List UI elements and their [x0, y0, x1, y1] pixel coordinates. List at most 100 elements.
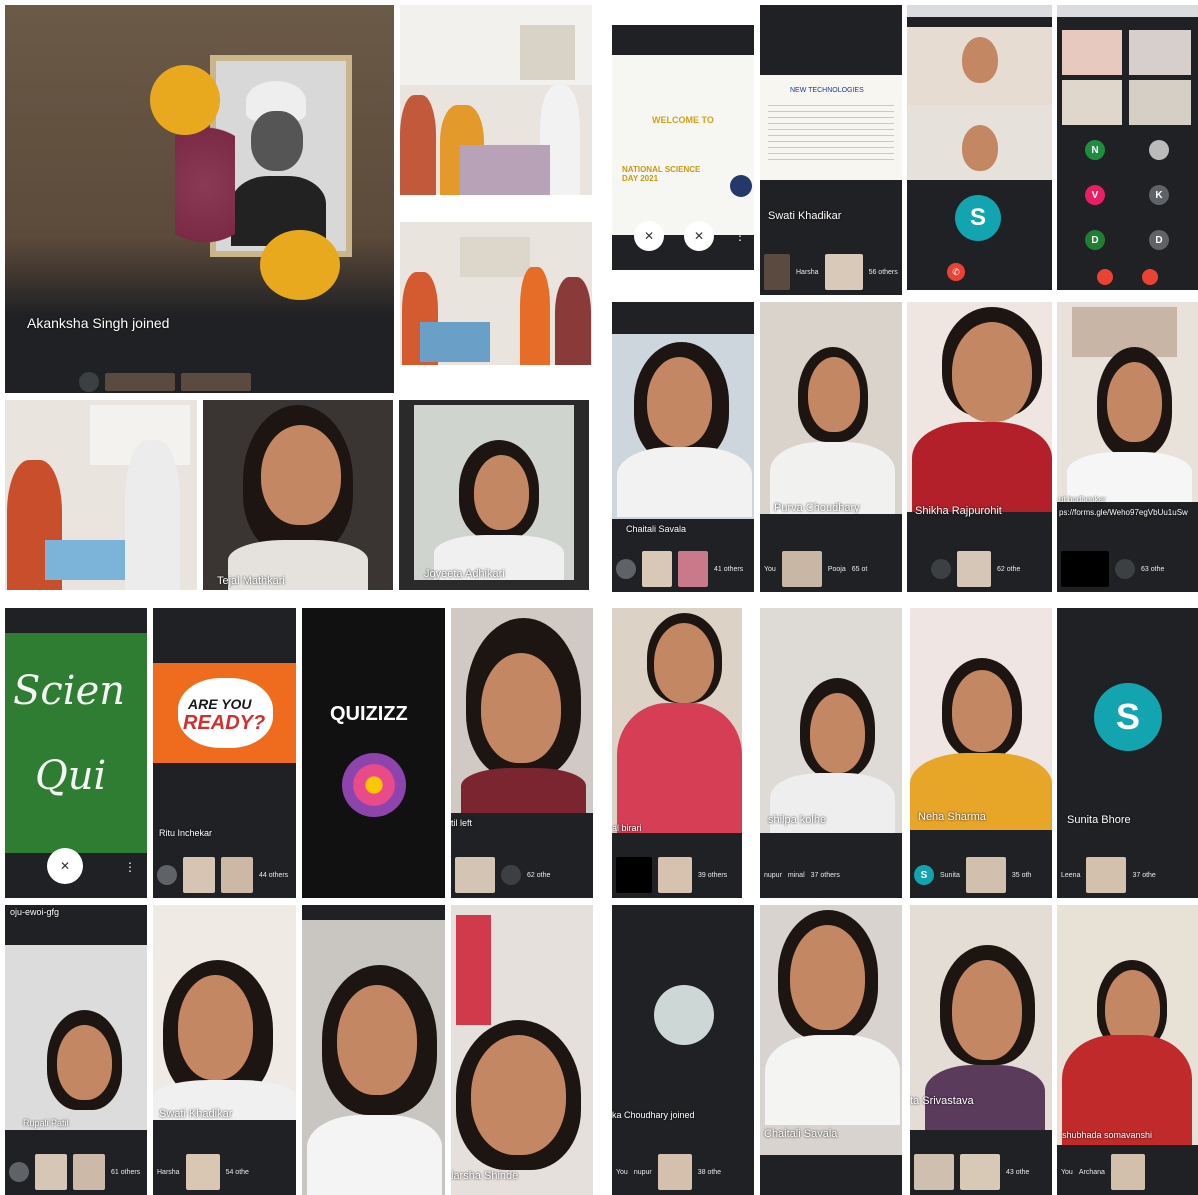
participant-thumbnail[interactable] — [960, 1154, 1000, 1190]
participant-thumbnail[interactable] — [658, 857, 692, 893]
participant-label: You — [764, 565, 776, 573]
video-tile-purva[interactable]: Purva Choudhary You Pooja 65 ot — [760, 302, 902, 592]
participant-count[interactable]: 41 others — [714, 566, 743, 573]
present-screen-icon[interactable] — [501, 865, 521, 885]
participant-thumbnail[interactable] — [678, 551, 708, 587]
avatar[interactable]: S — [955, 195, 1001, 241]
participant-thumbnail[interactable] — [183, 857, 215, 893]
participant-thumbnail[interactable] — [35, 1154, 67, 1190]
video-tile-participant-pink[interactable] — [302, 905, 445, 1195]
participant-label: Leena — [1061, 871, 1081, 879]
video-tile-til-left[interactable]: til left 62 othe — [451, 608, 593, 898]
participant-thumbnail[interactable] — [616, 857, 652, 893]
participant-thumbnail[interactable] — [781, 551, 822, 587]
avatar[interactable]: S — [1094, 683, 1162, 751]
participants-strip: 44 others — [153, 852, 296, 898]
meet-tile-portrait: Akanksha Singh joined — [5, 5, 394, 393]
participant-count[interactable]: 37 othe — [1132, 872, 1155, 879]
avatar[interactable]: V — [1085, 185, 1105, 205]
end-call-button[interactable] — [1097, 269, 1113, 285]
participant-count[interactable]: 39 others — [698, 872, 727, 879]
participant-count[interactable]: 63 othe — [1141, 566, 1164, 573]
participants-strip: You Pooja 65 ot — [760, 546, 902, 592]
mic-off-icon[interactable]: ✕ — [47, 848, 83, 884]
participant-count[interactable]: 54 othe — [226, 1169, 249, 1176]
participant-thumbnail[interactable] — [764, 254, 790, 290]
participant-count[interactable]: 43 othe — [1006, 1169, 1029, 1176]
mic-off-icon[interactable]: ✕ — [684, 221, 714, 251]
avatar[interactable] — [9, 1162, 29, 1182]
participant-thumbnail[interactable] — [455, 857, 495, 893]
participant-thumbnail[interactable] — [914, 1154, 954, 1190]
video-tile-neha[interactable]: Neha Sharma S Sunita 35 oth — [910, 608, 1052, 898]
photo-lamp-lighting-1 — [400, 5, 592, 195]
avatar[interactable]: S — [914, 865, 934, 885]
video-tile-joyeeta[interactable]: Joyeeta Adhikari — [399, 400, 589, 590]
participant-count[interactable]: 61 others — [111, 1169, 140, 1176]
photo-lamp-lighting-3 — [5, 400, 197, 590]
participant-thumbnail[interactable] — [1086, 857, 1127, 893]
meet-tile-choudhary-joined: ka Choudhary joined You nupur 38 othe — [612, 905, 754, 1195]
participant-count[interactable]: 35 oth — [1012, 872, 1031, 879]
avatar[interactable]: D — [1085, 230, 1105, 250]
participant-thumbnail[interactable] — [957, 551, 991, 587]
participant-count[interactable]: 65 ot — [852, 566, 868, 573]
avatar[interactable] — [157, 865, 177, 885]
screen-share-new-tech: NEW TECHNOLOGIES Swati Khadikar Harsha 5… — [760, 5, 902, 295]
participant-thumbnail[interactable] — [642, 551, 672, 587]
end-call-button[interactable] — [1142, 269, 1158, 285]
mic-off-icon[interactable] — [79, 372, 99, 392]
participant-thumbnail[interactable] — [185, 1154, 220, 1190]
camera-off-icon[interactable]: ✕ — [634, 221, 664, 251]
participant-name: Purva Choudhary — [774, 502, 860, 514]
video-tile-sunita[interactable]: S Sunita Bhore Leena 37 othe — [1057, 608, 1198, 898]
participant-label: Pooja — [827, 565, 846, 573]
avatar[interactable]: N — [1085, 140, 1105, 160]
participant-joined-toast: Akanksha Singh joined — [27, 315, 170, 331]
avatar[interactable]: D — [1149, 230, 1169, 250]
avatar[interactable]: K — [1149, 185, 1169, 205]
video-tile-shilpa[interactable]: shilpa kolhe nupur minal 37 others — [760, 608, 902, 898]
video-tile-harsha-shinde[interactable]: larsha Shinde — [451, 905, 593, 1195]
participant-thumbnail[interactable] — [181, 373, 251, 391]
participant-count[interactable]: 44 others — [259, 872, 288, 879]
participant-count[interactable]: 38 othe — [698, 1169, 721, 1176]
more-options-icon[interactable]: ⋮ — [730, 221, 750, 251]
participant-thumbnail[interactable] — [1110, 1154, 1145, 1190]
video-tile-rupali[interactable]: oju-ewoi-gfg Rupali Patil 61 others — [5, 905, 147, 1195]
video-tile-srivastava[interactable]: ta Srivastava 43 othe — [910, 905, 1052, 1195]
avatar[interactable] — [616, 559, 636, 579]
participant-thumbnail[interactable] — [657, 1154, 692, 1190]
participant-count[interactable]: 37 others — [811, 872, 840, 879]
video-tile-shubhada[interactable]: shubhada somavanshi You Archana — [1057, 905, 1198, 1195]
avatar[interactable] — [1149, 140, 1169, 160]
video-tile-chaitali-top[interactable]: Chaitali Savala 41 others — [612, 302, 754, 592]
avatar[interactable] — [654, 985, 714, 1045]
participant-thumbnail[interactable] — [824, 254, 863, 290]
participant-count[interactable]: 62 othe — [527, 872, 550, 879]
video-tile-al-birari[interactable]: al birari 39 others — [612, 608, 742, 898]
participant-thumbnail[interactable] — [965, 857, 1006, 893]
present-screen-icon[interactable] — [1115, 559, 1135, 579]
participant-thumbnail[interactable] — [1061, 551, 1109, 587]
video-tile-shikha[interactable]: Shikha Rajpurohit 62 othe — [907, 302, 1052, 592]
end-call-button[interactable]: ✆ — [947, 263, 965, 281]
participants-strip — [5, 371, 394, 393]
participant-name: shubhada somavanshi — [1062, 1130, 1153, 1140]
participant-name: ta Srivastava — [910, 1095, 974, 1107]
video-tile-bodhenkar[interactable]: ut bodhenkar ps://forms.gle/Weho97egVbUu… — [1057, 302, 1198, 592]
participant-thumbnail[interactable] — [221, 857, 253, 893]
more-options-icon[interactable]: ⋮ — [120, 853, 140, 881]
video-tile-tejal[interactable]: Tejal Mathkari — [203, 400, 393, 590]
forms-link[interactable]: ps://forms.gle/Weho97egVbUu1uSw — [1059, 508, 1188, 517]
participant-name: Chaitali Savala — [626, 524, 687, 534]
participant-label: nupur — [764, 871, 782, 879]
participant-count[interactable]: 56 others — [869, 269, 898, 276]
participant-thumbnail[interactable] — [73, 1154, 105, 1190]
participants-strip: 43 othe — [910, 1149, 1052, 1195]
participant-thumbnail[interactable] — [105, 373, 175, 391]
video-tile-swati-bottom[interactable]: Swati Khadikar Harsha 54 othe — [153, 905, 296, 1195]
present-screen-icon[interactable] — [931, 559, 951, 579]
participant-count[interactable]: 62 othe — [997, 566, 1020, 573]
video-tile-chaitali-bottom[interactable]: Chaitali Savala — [760, 905, 902, 1195]
